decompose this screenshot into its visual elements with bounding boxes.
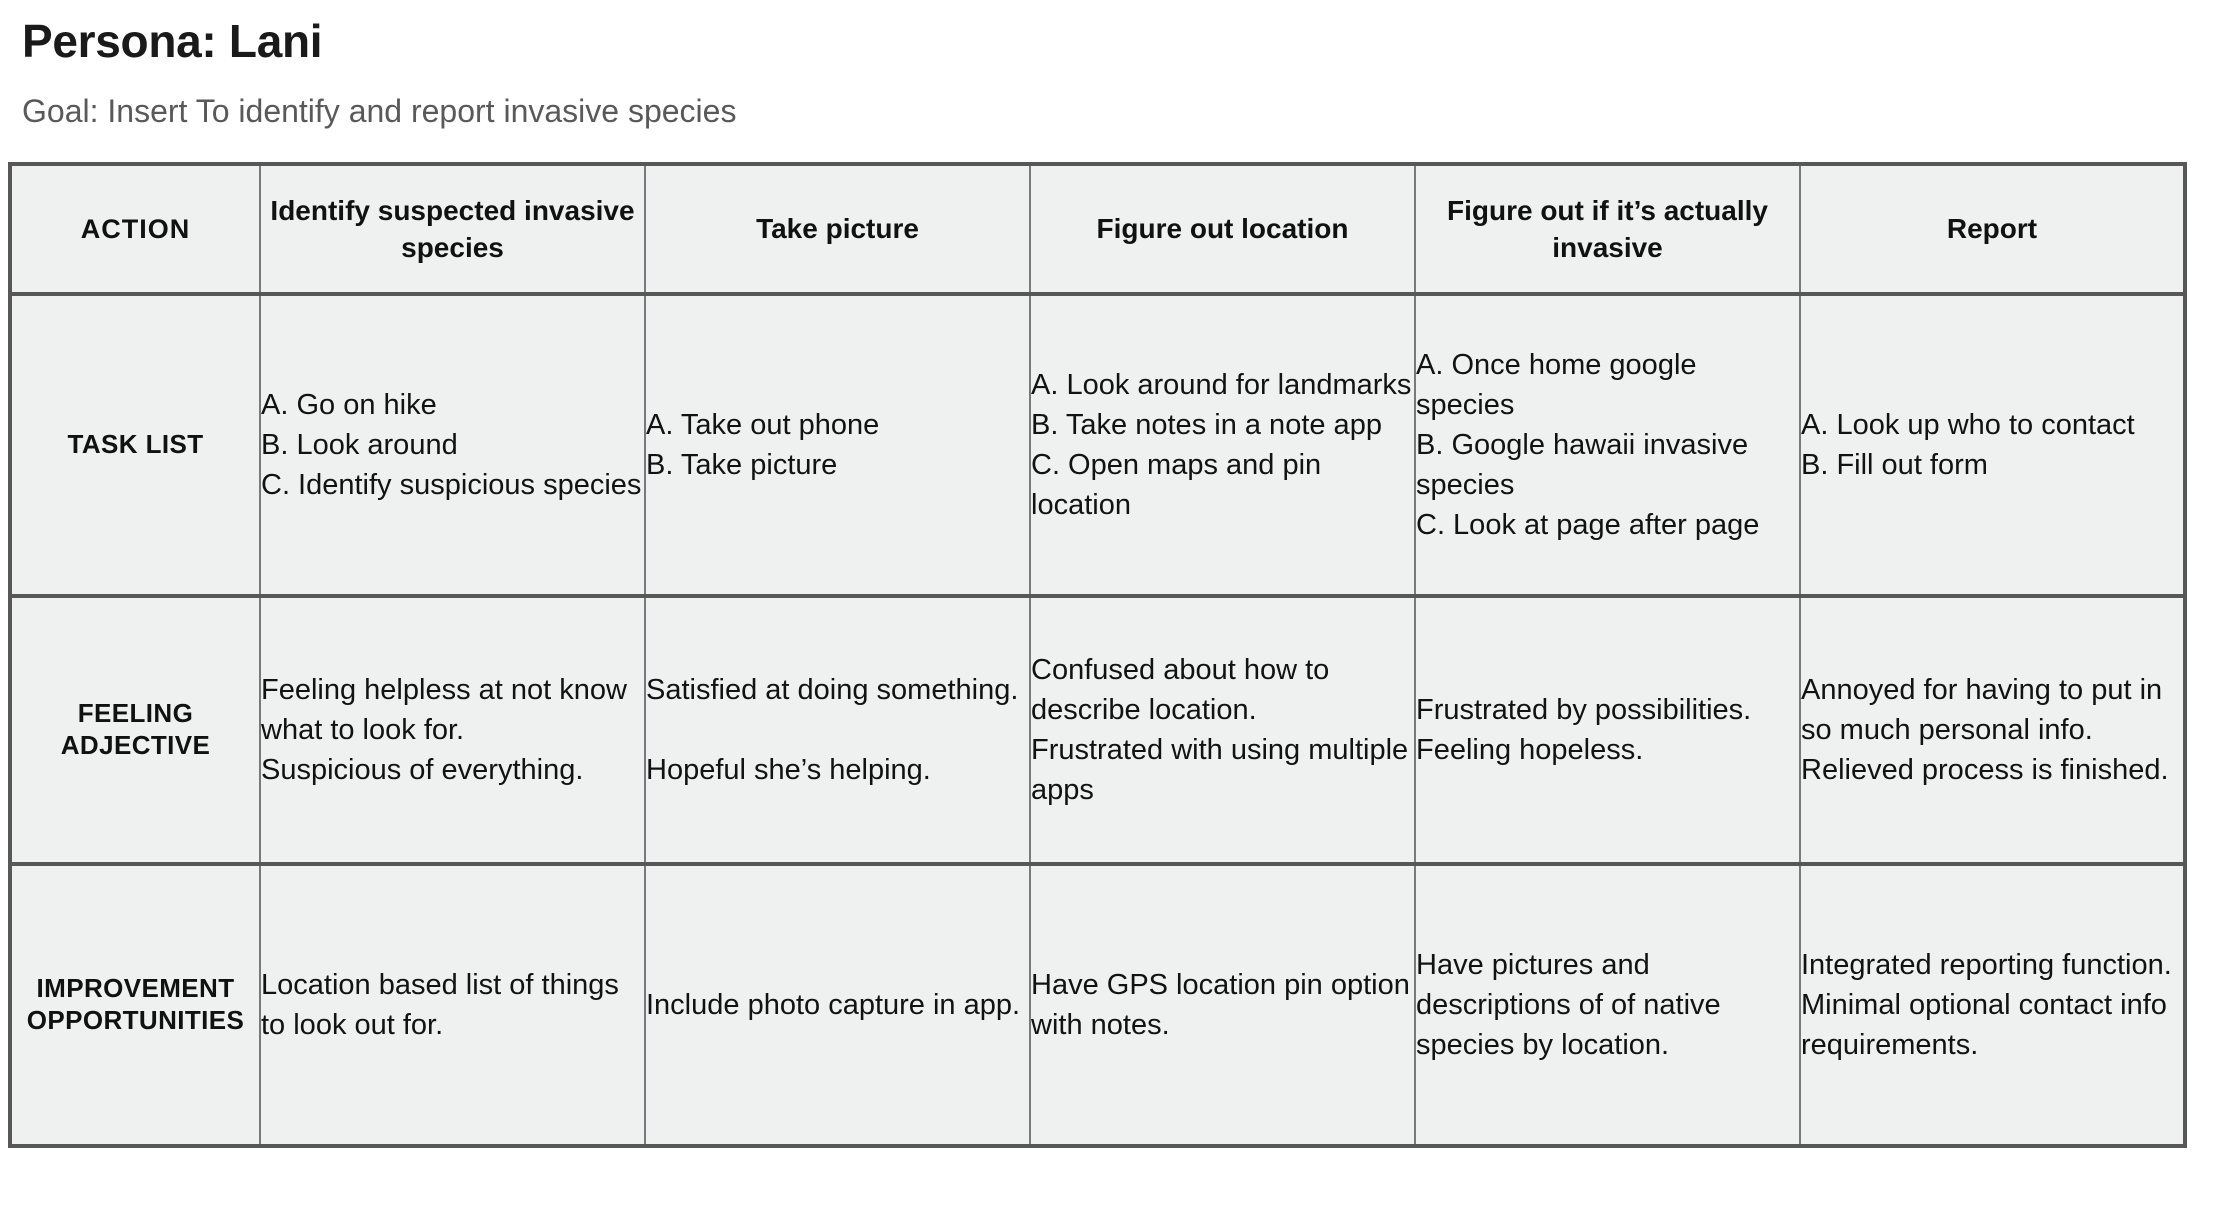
journey-map-page: Persona: Lani Goal: Insert To identify a… xyxy=(0,0,2234,1226)
cell-improvement-identify: Location based list of things to look ou… xyxy=(259,862,646,1148)
persona-goal-text: Goal: Insert To identify and report inva… xyxy=(22,93,737,130)
stage-header-report: Report xyxy=(1799,162,2187,296)
cell-task-list-take-picture: A. Take out phone B. Take picture xyxy=(644,292,1031,598)
stage-header-figure-out-location: Figure out location xyxy=(1029,162,1416,296)
journey-table-container: ACTION Identify suspected invasive speci… xyxy=(8,162,2187,1148)
table-row-improvement-opportunities: IMPROVEMENT OPPORTUNITIES Location based… xyxy=(8,862,2187,1148)
stage-header-identify: Identify suspected invasive species xyxy=(259,162,646,296)
cell-improvement-take-picture: Include photo capture in app. xyxy=(644,862,1031,1148)
cell-improvement-invasive: Have pictures and descriptions of of nat… xyxy=(1414,862,1801,1148)
cell-task-list-invasive: A. Once home google species B. Google ha… xyxy=(1414,292,1801,598)
cell-feeling-identify: Feeling helpless at not know what to loo… xyxy=(259,594,646,866)
journey-map-table: ACTION Identify suspected invasive speci… xyxy=(8,162,2187,1148)
document-header: Persona: Lani Goal: Insert To identify a… xyxy=(0,0,2234,155)
stage-header-figure-out-invasive: Figure out if it’s actually invasive xyxy=(1414,162,1801,296)
column-header-action: ACTION xyxy=(8,162,261,296)
row-label-task-list: TASK LIST xyxy=(8,292,261,598)
cell-improvement-report: Integrated reporting function. Minimal o… xyxy=(1799,862,2187,1148)
table-header-row: ACTION Identify suspected invasive speci… xyxy=(8,162,2187,296)
cell-feeling-take-picture: Satisfied at doing something. Hopeful sh… xyxy=(644,594,1031,866)
row-label-improvement-opportunities: IMPROVEMENT OPPORTUNITIES xyxy=(8,862,261,1148)
page-title: Persona: Lani xyxy=(22,15,323,67)
table-row-feeling-adjective: FEELING ADJECTIVE Feeling helpless at no… xyxy=(8,594,2187,866)
cell-improvement-location: Have GPS location pin option with notes. xyxy=(1029,862,1416,1148)
cell-task-list-location: A. Look around for landmarks B. Take not… xyxy=(1029,292,1416,598)
cell-task-list-identify: A. Go on hike B. Look around C. Identify… xyxy=(259,292,646,598)
cell-feeling-invasive: Frustrated by possibilities. Feeling hop… xyxy=(1414,594,1801,866)
row-label-feeling-adjective: FEELING ADJECTIVE xyxy=(8,594,261,866)
table-row-task-list: TASK LIST A. Go on hike B. Look around C… xyxy=(8,292,2187,598)
cell-task-list-report: A. Look up who to contact B. Fill out fo… xyxy=(1799,292,2187,598)
cell-feeling-location: Confused about how to describe location.… xyxy=(1029,594,1416,866)
cell-feeling-report: Annoyed for having to put in so much per… xyxy=(1799,594,2187,866)
stage-header-take-picture: Take picture xyxy=(644,162,1031,296)
